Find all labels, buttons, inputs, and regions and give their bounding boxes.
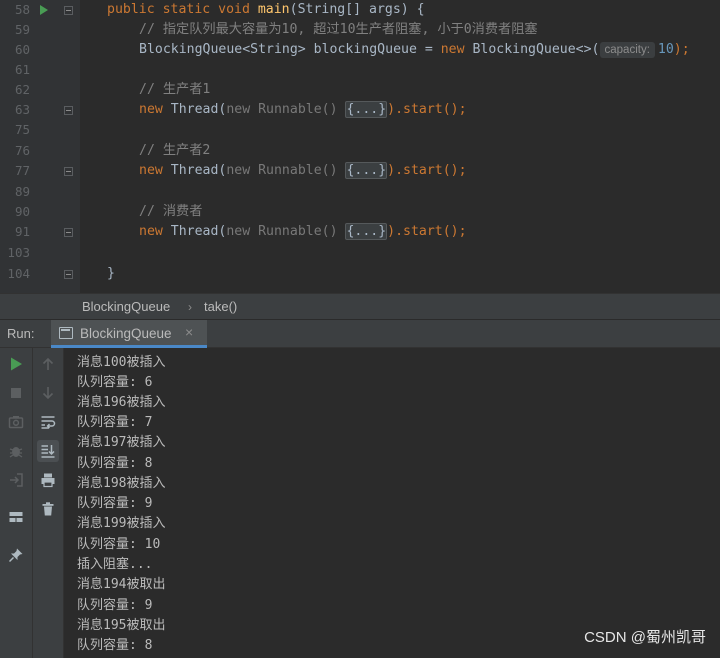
layout-icon[interactable] <box>5 506 27 528</box>
folded-code-block[interactable]: {...} <box>345 162 388 179</box>
code-line: 103 <box>0 243 720 263</box>
up-arrow-icon[interactable] <box>37 353 59 375</box>
run-icon[interactable] <box>5 353 27 375</box>
breadcrumb-class[interactable]: BlockingQueue <box>82 299 170 315</box>
fold-marker-icon[interactable] <box>64 6 73 15</box>
code-line: 59 // 指定队列最大容量为10, 超过10生产者阻塞, 小于0消费者阻塞 <box>0 20 720 40</box>
run-tool-window-header: Run: BlockingQueue × <box>0 319 720 348</box>
line-number: 62 <box>14 82 30 97</box>
line-number: 63 <box>14 102 30 117</box>
console-line: 队列容量: 9 <box>77 598 153 613</box>
fold-marker-icon[interactable] <box>64 228 73 237</box>
line-number: 59 <box>14 22 30 37</box>
camera-icon[interactable] <box>5 411 27 433</box>
line-number: 77 <box>14 163 30 178</box>
breadcrumb-separator: › <box>188 300 192 314</box>
console-output[interactable]: 消息100被插入 队列容量: 6 消息196被插入 队列容量: 7 消息197被… <box>65 348 720 658</box>
folded-code-block[interactable]: {...} <box>345 223 388 240</box>
code-text: } <box>107 266 115 281</box>
fold-marker-icon[interactable] <box>64 167 73 176</box>
run-config-tab[interactable]: BlockingQueue × <box>51 320 207 348</box>
line-number: 61 <box>14 62 30 77</box>
scroll-to-end-icon[interactable] <box>37 440 59 462</box>
code-line: 90 // 消费者 <box>0 202 720 222</box>
console-line: 消息197被插入 <box>77 435 166 450</box>
console-window-icon <box>59 327 73 339</box>
run-tab-label: BlockingQueue <box>80 326 172 341</box>
line-number: 103 <box>7 245 30 260</box>
folded-code-block[interactable]: {...} <box>345 101 388 118</box>
console-line: 队列容量: 8 <box>77 638 153 653</box>
print-icon[interactable] <box>37 469 59 491</box>
fold-marker-icon[interactable] <box>64 106 73 115</box>
line-number: 58 <box>14 2 30 17</box>
line-number: 60 <box>14 42 30 57</box>
bug-icon[interactable] <box>5 440 27 462</box>
run-label: Run: <box>7 326 35 341</box>
code-line: 61 <box>0 60 720 80</box>
line-number: 91 <box>14 224 30 239</box>
parameter-hint: capacity: <box>599 42 655 58</box>
run-toolbar-secondary <box>33 348 64 658</box>
code-text: public static void main(String[] args) { <box>107 2 425 17</box>
code-text: new Thread(new Runnable() {...}).start()… <box>139 101 467 118</box>
pin-icon[interactable] <box>5 544 27 566</box>
line-number: 104 <box>7 266 30 281</box>
code-line: 63 new Thread(new Runnable() {...}).star… <box>0 100 720 120</box>
line-number: 89 <box>14 184 30 199</box>
code-comment: // 生产者2 <box>139 143 211 158</box>
run-gutter-icon[interactable] <box>40 5 48 15</box>
line-number: 90 <box>14 204 30 219</box>
code-line: 91 new Thread(new Runnable() {...}).star… <box>0 222 720 242</box>
line-number: 75 <box>14 122 30 137</box>
code-comment: // 生产者1 <box>139 82 211 97</box>
watermark: CSDN @蜀州凯哥 <box>584 629 706 646</box>
console-line: 队列容量: 9 <box>77 496 153 511</box>
console-line: 队列容量: 7 <box>77 415 153 430</box>
code-line: 76 // 生产者2 <box>0 141 720 161</box>
line-number: 76 <box>14 143 30 158</box>
code-line: 62 // 生产者1 <box>0 80 720 100</box>
console-line: 消息194被取出 <box>77 577 166 592</box>
code-editor[interactable]: 58 public static void main(String[] args… <box>0 0 720 293</box>
code-line: 104 } <box>0 264 720 284</box>
console-line: 消息199被插入 <box>77 516 166 531</box>
code-line: 58 public static void main(String[] args… <box>0 0 720 20</box>
close-icon[interactable]: × <box>185 324 193 340</box>
code-text: new Thread(new Runnable() {...}).start()… <box>139 223 467 240</box>
console-line: 队列容量: 10 <box>77 537 161 552</box>
code-comment: // 指定队列最大容量为10, 超过10生产者阻塞, 小于0消费者阻塞 <box>139 22 538 37</box>
code-text: BlockingQueue<String> blockingQueue = ne… <box>139 42 690 58</box>
stop-icon[interactable] <box>5 382 27 404</box>
fold-marker-icon[interactable] <box>64 270 73 279</box>
exit-icon[interactable] <box>5 469 27 491</box>
code-text: new Thread(new Runnable() {...}).start()… <box>139 162 467 179</box>
breadcrumb: BlockingQueue › take() <box>0 293 720 319</box>
code-line: 77 new Thread(new Runnable() {...}).star… <box>0 161 720 181</box>
console-line: 队列容量: 6 <box>77 375 153 390</box>
trash-icon[interactable] <box>37 498 59 520</box>
console-line: 插入阻塞... <box>77 557 153 572</box>
code-line: 60 BlockingQueue<String> blockingQueue =… <box>0 40 720 60</box>
run-toolbar-primary <box>0 348 33 658</box>
code-line: 75 <box>0 120 720 140</box>
breadcrumb-method[interactable]: take() <box>204 299 237 315</box>
console-line: 队列容量: 8 <box>77 456 153 471</box>
soft-wrap-icon[interactable] <box>37 411 59 433</box>
console-line: 消息195被取出 <box>77 618 166 633</box>
console-line: 消息100被插入 <box>77 355 166 370</box>
code-line: 89 <box>0 182 720 202</box>
code-comment: // 消费者 <box>139 204 203 219</box>
console-line: 消息196被插入 <box>77 395 166 410</box>
down-arrow-icon[interactable] <box>37 382 59 404</box>
console-line: 消息198被插入 <box>77 476 166 491</box>
